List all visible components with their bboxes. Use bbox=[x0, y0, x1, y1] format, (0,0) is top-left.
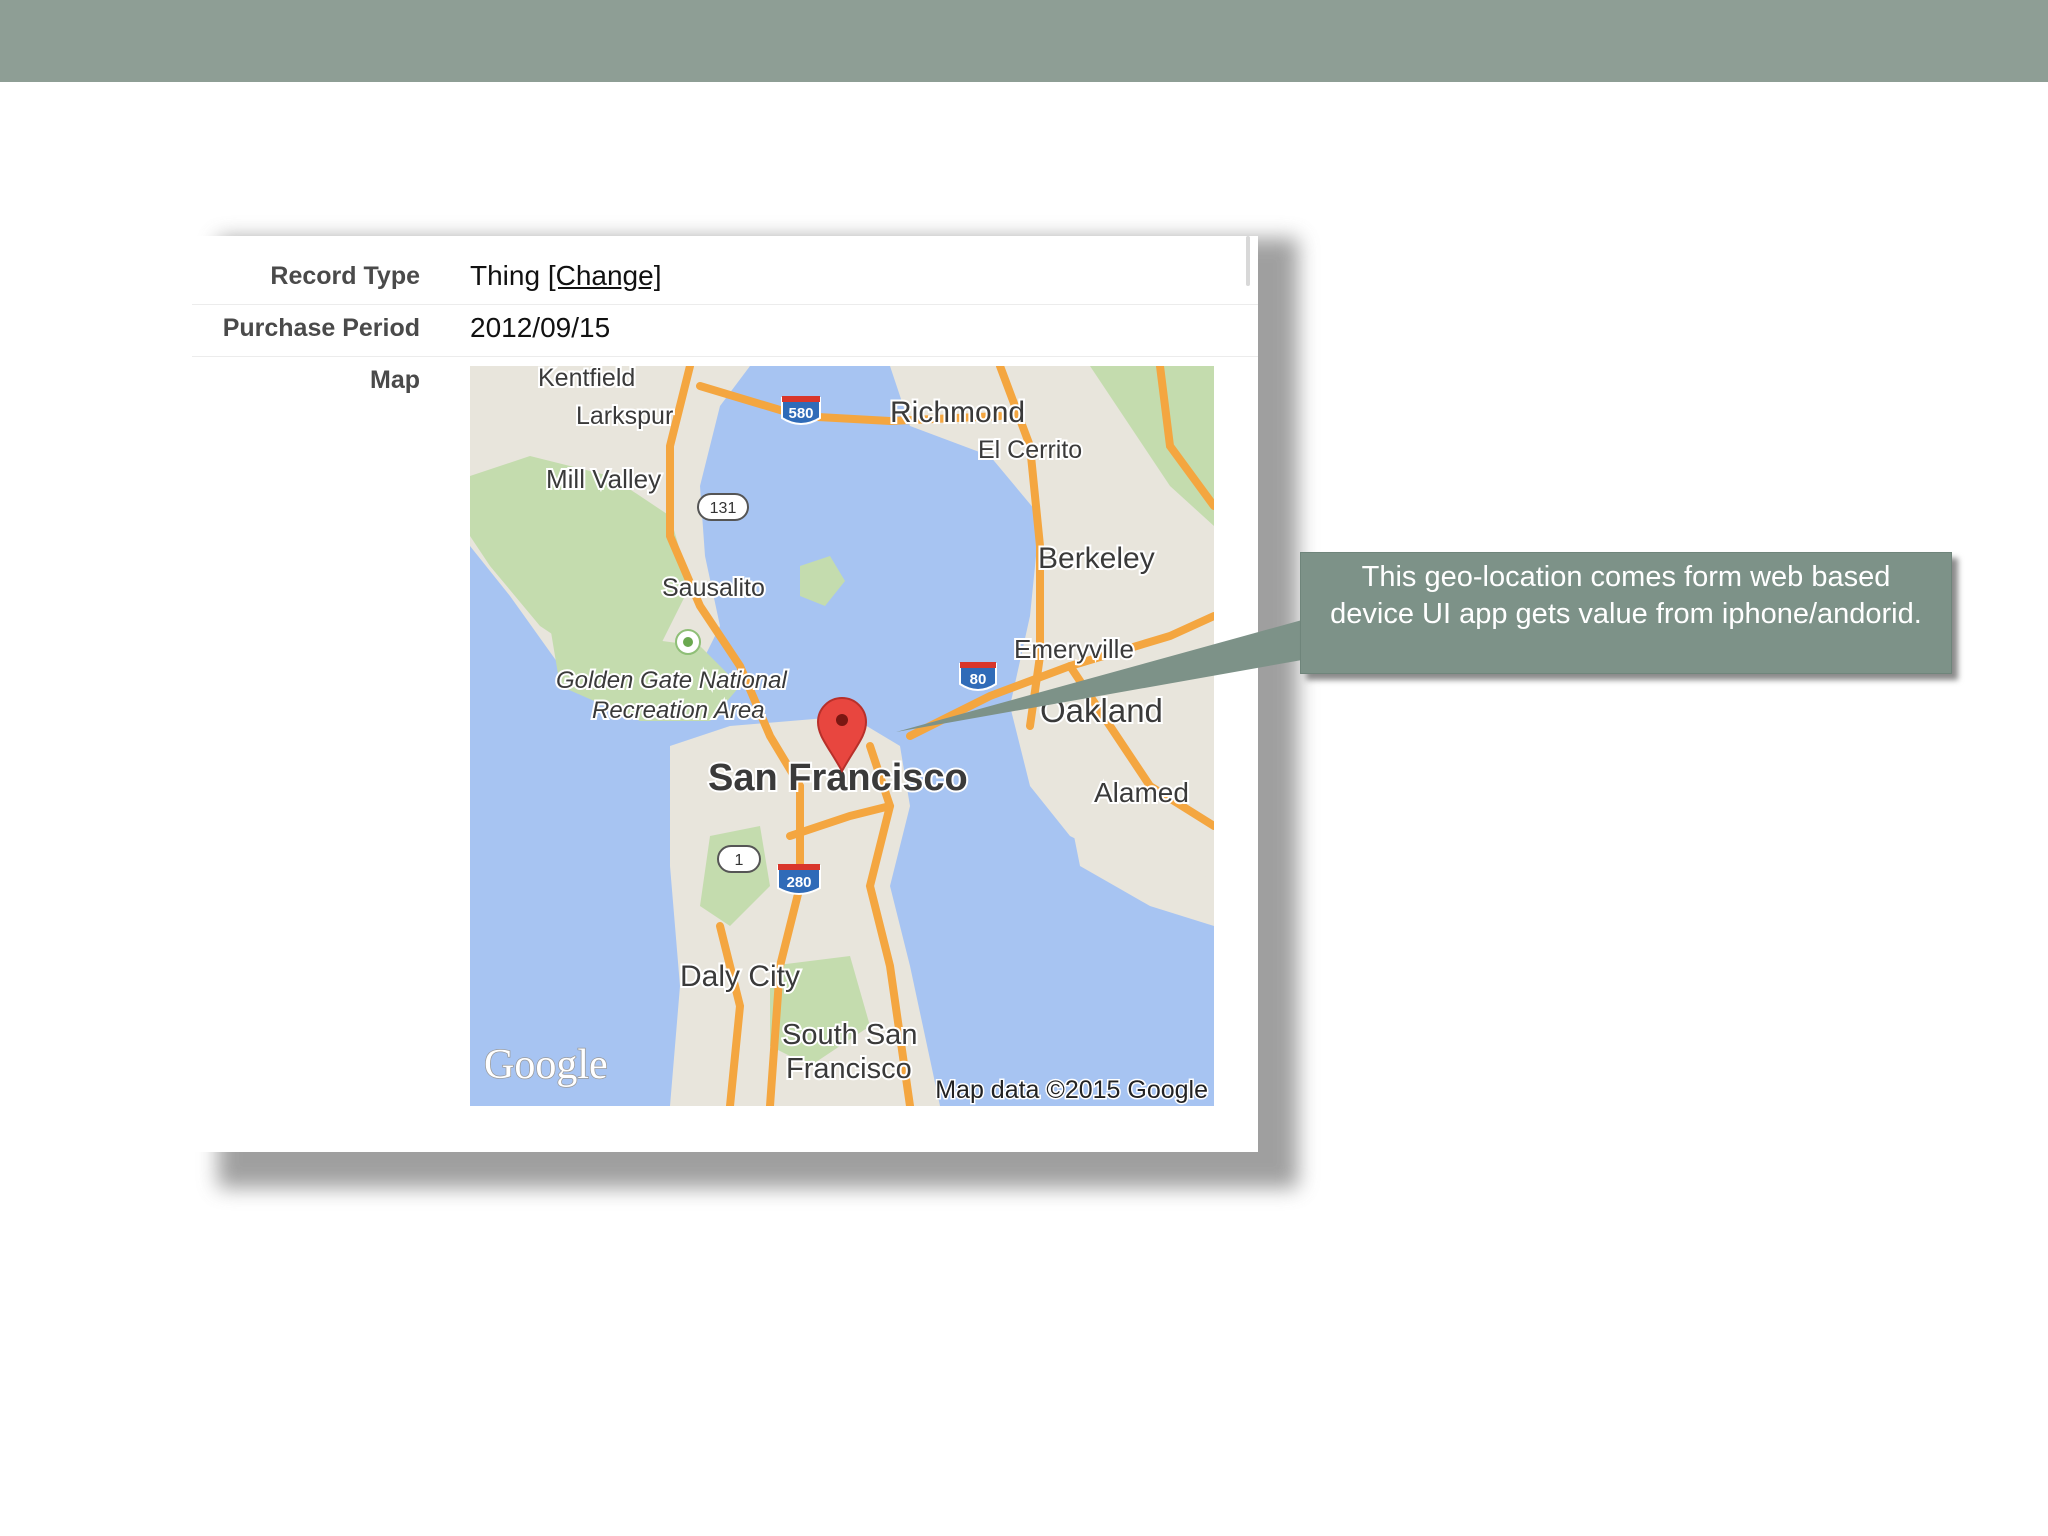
map-label-berkeley: Berkeley bbox=[1038, 542, 1155, 575]
map-label-mill-valley: Mill Valley bbox=[546, 464, 661, 494]
route-1-shield: 1 bbox=[717, 845, 761, 873]
map-label-larkspur: Larkspur bbox=[576, 402, 673, 430]
route-131-shield: 131 bbox=[697, 493, 749, 521]
map-label-golden-gate-line1: Golden Gate National bbox=[556, 667, 787, 694]
map-label-south-san-francisco-line1: South San bbox=[782, 1019, 917, 1051]
map-label-richmond: Richmond bbox=[890, 396, 1025, 429]
row-divider bbox=[192, 304, 1258, 305]
map-label-emeryville: Emeryville bbox=[1014, 634, 1134, 664]
google-logo[interactable]: Google bbox=[483, 1041, 608, 1089]
svg-text:131: 131 bbox=[710, 500, 737, 517]
change-record-type-link[interactable]: [Change] bbox=[548, 260, 662, 291]
record-type-label: Record Type bbox=[270, 262, 420, 290]
park-marker-icon bbox=[675, 629, 701, 655]
record-type-text: Thing bbox=[470, 260, 541, 291]
map-label-oakland: Oakland bbox=[1040, 692, 1163, 729]
svg-text:1: 1 bbox=[735, 852, 744, 869]
svg-text:80: 80 bbox=[970, 671, 987, 688]
slide-header-bar bbox=[0, 0, 2048, 82]
map-label-daly-city: Daly City bbox=[680, 960, 800, 993]
interstate-280-shield: 280 bbox=[777, 864, 821, 895]
map-label-kentfield: Kentfield bbox=[538, 366, 635, 392]
location-map[interactable]: 580 131 80 1 280 Kentfield Larkspur Mill bbox=[470, 366, 1214, 1106]
row-divider bbox=[192, 356, 1258, 357]
map-label: Map bbox=[370, 366, 420, 394]
panel-scroll-edge bbox=[1246, 236, 1250, 286]
map-label-sausalito: Sausalito bbox=[662, 574, 765, 602]
map-label-alameda: Alamed bbox=[1094, 777, 1189, 808]
interstate-580-shield: 580 bbox=[781, 396, 821, 425]
annotation-callout: This geo-location comes form web based d… bbox=[1300, 552, 1952, 674]
map-label-el-cerrito: El Cerrito bbox=[978, 436, 1082, 464]
map-label-golden-gate-line2: Recreation Area bbox=[592, 697, 765, 724]
map-attribution[interactable]: Map data ©2015 Google bbox=[934, 1075, 1210, 1106]
interstate-80-shield: 80 bbox=[959, 662, 997, 691]
svg-text:280: 280 bbox=[786, 874, 811, 891]
purchase-period-value: 2012/09/15 bbox=[470, 312, 611, 343]
svg-text:580: 580 bbox=[788, 405, 813, 422]
record-type-value: Thing [Change] bbox=[470, 260, 661, 292]
map-label-south-san-francisco-line2: Francisco bbox=[786, 1053, 912, 1085]
purchase-period-label: Purchase Period bbox=[222, 314, 420, 342]
